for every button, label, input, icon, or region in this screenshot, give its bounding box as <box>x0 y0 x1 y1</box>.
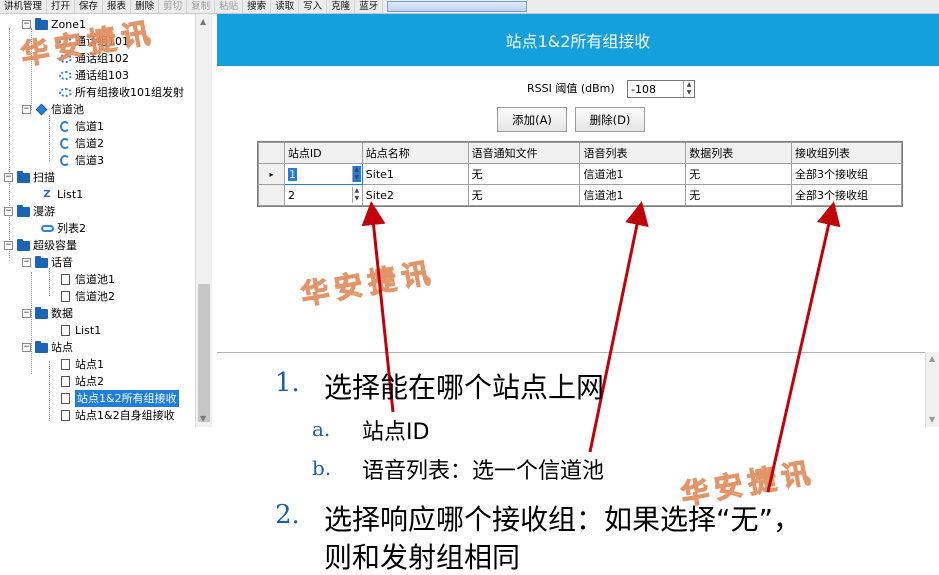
application-window: 讲机管理 打开 保存 报表 删除 剪切 复制 粘贴 搜索 读取 写入 克隆 蓝牙… <box>0 0 939 575</box>
annotation-arrows <box>361 201 841 493</box>
arrow-to-rx-group-list <box>766 201 841 493</box>
arrow-to-voice-list <box>588 201 649 453</box>
arrow-to-site-id <box>361 201 395 413</box>
